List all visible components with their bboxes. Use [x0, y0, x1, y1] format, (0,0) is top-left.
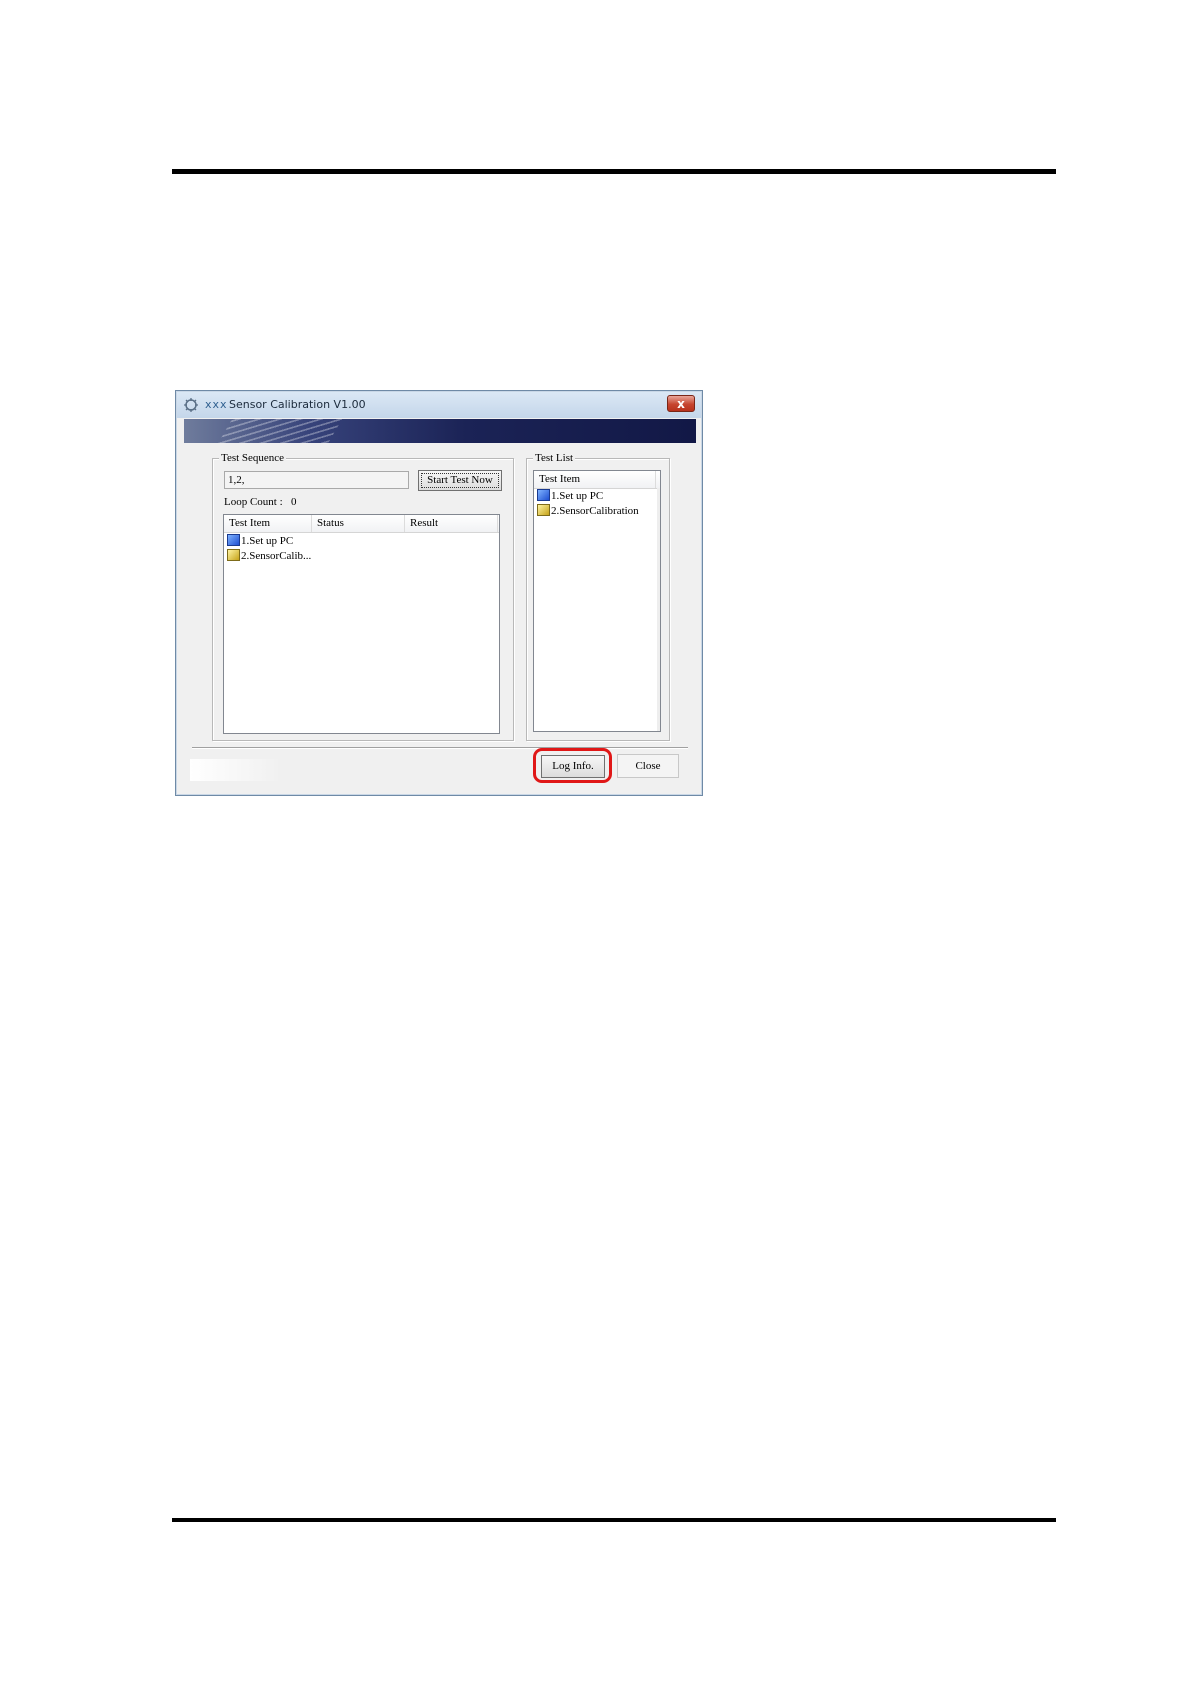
column-test-item[interactable]: Test Item: [224, 515, 312, 532]
app-icon: [184, 398, 198, 412]
test-list-row[interactable]: 1.Set up PC: [537, 489, 603, 504]
log-info-highlight: [533, 748, 612, 783]
column-test-item[interactable]: Test Item: [534, 471, 656, 488]
sequence-input[interactable]: 1,2,: [224, 471, 409, 489]
close-icon: x: [677, 397, 685, 411]
status-area: [190, 759, 282, 781]
test-list-row-label: 2.SensorCalibration: [551, 505, 639, 517]
loop-count-value: 0: [291, 496, 297, 508]
test-list-group: Test List Test Item 1.Set up PC 2.Sensor…: [526, 451, 670, 741]
banner-decoration: [212, 419, 346, 443]
sequence-list-header: Test Item Status Result: [224, 515, 499, 533]
monitor-icon: [227, 534, 240, 546]
calibration-icon: [227, 549, 240, 561]
window-client: Test Sequence 1,2, Start Test Now Loop C…: [184, 443, 696, 789]
sensor-calibration-window: xxx Sensor Calibration V1.00 x Test Sequ…: [175, 390, 703, 796]
monitor-icon: [537, 489, 550, 501]
start-test-now-button[interactable]: Start Test Now: [418, 470, 502, 491]
test-sequence-label: Test Sequence: [219, 451, 287, 465]
title-bar[interactable]: xxx Sensor Calibration V1.00 x: [177, 392, 701, 418]
sequence-row[interactable]: 1.Set up PC: [227, 534, 293, 549]
window-close-button[interactable]: x: [667, 395, 695, 412]
test-list-row[interactable]: 2.SensorCalibration: [537, 504, 639, 519]
loop-count-label: Loop Count :: [224, 496, 283, 508]
sequence-list[interactable]: Test Item Status Result 1.Set up PC 2.Se…: [223, 514, 500, 734]
calibration-icon: [537, 504, 550, 516]
test-list-scrollbar[interactable]: [657, 488, 660, 731]
column-result[interactable]: Result: [405, 515, 498, 532]
test-list-label: Test List: [533, 451, 576, 465]
test-sequence-group: Test Sequence 1,2, Start Test Now Loop C…: [212, 451, 514, 741]
test-list-header: Test Item: [534, 471, 660, 489]
header-rule: [172, 169, 1056, 174]
test-list[interactable]: Test Item 1.Set up PC 2.SensorCalibratio…: [533, 470, 661, 732]
title-brand: xxx: [205, 398, 228, 411]
window-title: Sensor Calibration V1.00: [229, 398, 366, 411]
footer-rule: [172, 1518, 1056, 1522]
sequence-row[interactable]: 2.SensorCalib...: [227, 549, 311, 564]
test-list-row-label: 1.Set up PC: [551, 490, 604, 502]
header-banner: [184, 419, 696, 443]
close-button[interactable]: Close: [617, 754, 679, 778]
column-status[interactable]: Status: [312, 515, 405, 532]
footer-separator: [192, 747, 688, 749]
sequence-row-label: 1.Set up PC: [241, 535, 294, 547]
sequence-row-label: 2.SensorCalib...: [241, 550, 312, 562]
